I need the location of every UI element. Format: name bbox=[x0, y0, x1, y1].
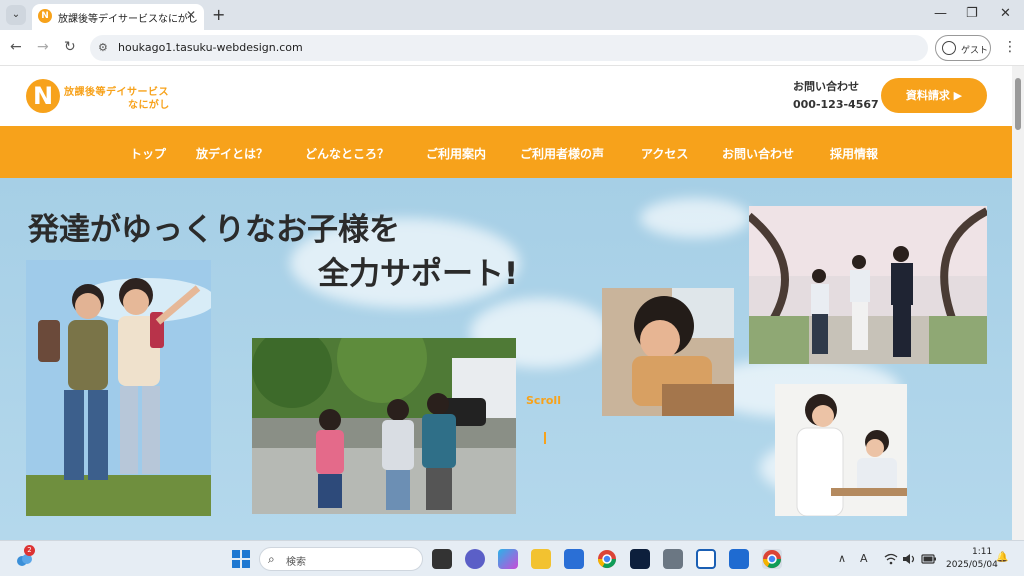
hero-title-line2: 全力サポート! bbox=[318, 256, 519, 292]
nav-item-contact[interactable]: お問い合わせ bbox=[722, 145, 794, 162]
nav-item-about[interactable]: 放デイとは？ bbox=[196, 145, 268, 162]
nav-item-recruit[interactable]: 採用情報 bbox=[830, 145, 878, 162]
logo-text-line2[interactable]: なにがし bbox=[128, 96, 170, 111]
scroll-indicator-line bbox=[544, 432, 546, 444]
site-header: N 放課後等デイサービス なにがし お問い合わせ 000-123-4567 資料… bbox=[0, 66, 1012, 126]
hero-section: 発達がゆっくりなお子様を 全力サポート! Scroll bbox=[0, 178, 1012, 540]
task-view-icon[interactable] bbox=[432, 549, 452, 569]
teams-icon[interactable] bbox=[465, 549, 485, 569]
cloud-decoration bbox=[640, 198, 750, 238]
chrome-active-icon[interactable] bbox=[762, 549, 782, 569]
volume-icon[interactable] bbox=[902, 552, 916, 566]
clock-date[interactable]: 2025/05/04 bbox=[946, 560, 998, 570]
page-scrollbar[interactable] bbox=[1012, 66, 1024, 540]
taskbar: 2 ⌕ 検索 ∧ A 1:11 2025/05/04 🔔 bbox=[0, 540, 1024, 576]
outlook-icon[interactable] bbox=[729, 549, 749, 569]
browser-menu-icon[interactable]: ⋮ bbox=[1003, 39, 1017, 55]
nav-item-place[interactable]: どんなところ？ bbox=[305, 145, 389, 162]
logo-icon[interactable]: N bbox=[26, 79, 60, 113]
search-icon: ⌕ bbox=[268, 552, 275, 566]
wifi-icon[interactable] bbox=[884, 552, 898, 566]
scroll-indicator-label: Scroll bbox=[526, 394, 561, 407]
favicon-icon: N bbox=[38, 9, 52, 23]
photo-boy-drawing bbox=[602, 288, 734, 416]
clock-time[interactable]: 1:11 bbox=[972, 547, 992, 557]
back-icon[interactable]: ← bbox=[10, 39, 22, 55]
contact-phone[interactable]: 000-123-4567 bbox=[793, 98, 879, 111]
restore-icon[interactable]: ❐ bbox=[966, 6, 978, 21]
copilot-icon[interactable] bbox=[498, 549, 518, 569]
photo-kids-walking bbox=[252, 338, 516, 514]
document-request-button[interactable]: 資料請求 ▶ bbox=[881, 78, 987, 113]
nav-item-voices[interactable]: ご利用者様の声 bbox=[520, 145, 604, 162]
tray-overflow-icon[interactable]: ∧ bbox=[838, 552, 846, 565]
search-placeholder: 検索 bbox=[286, 557, 306, 568]
hero-title-line1: 発達がゆっくりなお子様を bbox=[28, 212, 400, 248]
battery-icon[interactable] bbox=[921, 552, 937, 566]
notification-badge: 2 bbox=[24, 545, 35, 556]
photo-cherry-blossom-kids bbox=[749, 206, 987, 364]
start-icon[interactable] bbox=[231, 549, 251, 569]
profile-button[interactable]: ゲスト bbox=[935, 35, 991, 61]
profile-label: ゲスト bbox=[961, 46, 989, 56]
page-viewport: N 放課後等デイサービス なにがし お問い合わせ 000-123-4567 資料… bbox=[0, 66, 1012, 540]
calculator-icon[interactable] bbox=[663, 549, 683, 569]
url-text[interactable]: houkago1.tasuku-webdesign.com bbox=[118, 41, 303, 54]
photoshop-icon[interactable] bbox=[630, 549, 650, 569]
new-tab-button[interactable]: + bbox=[212, 5, 225, 24]
browser-tab[interactable]: N 放課後等デイサービスなにがし ✕ bbox=[32, 4, 204, 30]
nav-item-top[interactable]: トップ bbox=[130, 145, 166, 162]
minimize-icon[interactable]: — bbox=[934, 6, 947, 21]
contact-label: お問い合わせ bbox=[793, 80, 859, 93]
tab-search-button[interactable]: ⌄ bbox=[6, 5, 26, 25]
global-navigation: トップ 放デイとは？ どんなところ？ ご利用案内 ご利用者様の声 アクセス お問… bbox=[0, 126, 1012, 178]
file-explorer-icon[interactable] bbox=[531, 549, 551, 569]
tab-title: 放課後等デイサービスなにがし bbox=[58, 14, 198, 25]
nav-item-access[interactable]: アクセス bbox=[641, 145, 688, 162]
nav-item-guide[interactable]: ご利用案内 bbox=[426, 145, 486, 162]
store-icon[interactable] bbox=[564, 549, 584, 569]
ime-icon[interactable]: A bbox=[860, 552, 868, 565]
photo-teacher-child bbox=[775, 384, 907, 516]
window-close-icon[interactable]: ✕ bbox=[1000, 6, 1011, 21]
reload-icon[interactable]: ↻ bbox=[64, 39, 76, 55]
scrollbar-thumb[interactable] bbox=[1015, 78, 1021, 130]
chrome-icon[interactable] bbox=[597, 549, 617, 569]
browser-toolbar: ← → ↻ ⚙ houkago1.tasuku-webdesign.com ゲス… bbox=[0, 30, 1024, 66]
photo-kids-pointing bbox=[26, 260, 211, 516]
browser-tab-strip: ⌄ N 放課後等デイサービスなにがし ✕ + — ❐ ✕ bbox=[0, 0, 1024, 30]
forward-icon[interactable]: → bbox=[37, 39, 49, 55]
taskbar-search[interactable]: ⌕ 検索 bbox=[259, 547, 423, 571]
site-info-icon[interactable]: ⚙ bbox=[98, 41, 108, 54]
tab-close-icon[interactable]: ✕ bbox=[186, 8, 196, 22]
address-bar[interactable]: ⚙ houkago1.tasuku-webdesign.com bbox=[90, 35, 928, 61]
app-icon[interactable] bbox=[696, 549, 716, 569]
profile-icon bbox=[942, 41, 956, 55]
notification-bell-icon[interactable]: 🔔 bbox=[996, 552, 1008, 563]
